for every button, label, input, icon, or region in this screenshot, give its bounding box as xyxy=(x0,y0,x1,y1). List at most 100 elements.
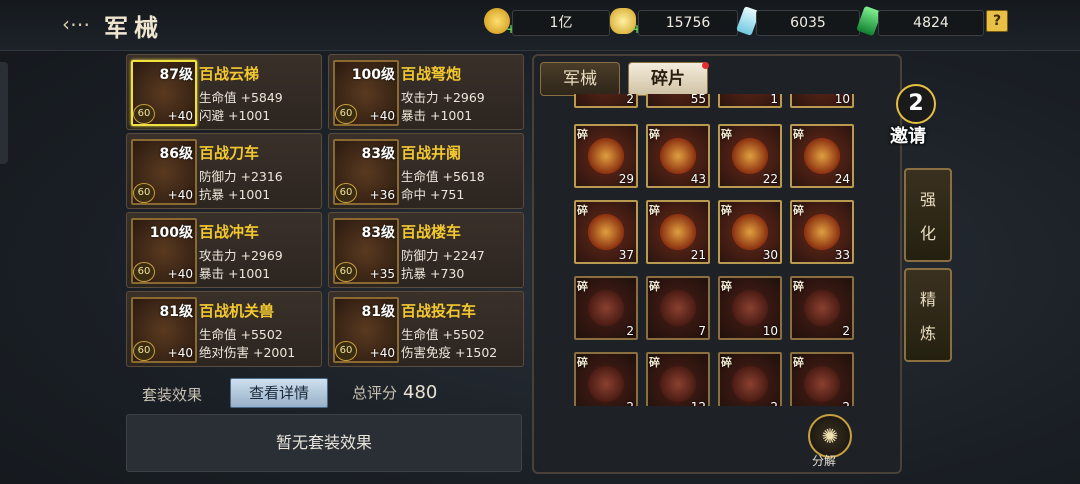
crystal-value: 6035 xyxy=(756,10,860,36)
equipment-card[interactable]: 83级 60 +36 百战井阑 生命值 +5618 命中 +751 xyxy=(328,133,524,209)
equipment-card[interactable]: 86级 60 +40 百战刀车 防御力 +2316 抗暴 +1001 xyxy=(126,133,322,209)
fragment-count: 55 xyxy=(690,94,706,106)
page-title: 军械 xyxy=(104,14,164,42)
equipment-attr: 暴击 +1001 xyxy=(199,266,271,281)
siege-weapon-fragment-icon xyxy=(660,290,696,326)
fragment-count: 30 xyxy=(762,248,778,262)
equipment-attr: 抗暴 +730 xyxy=(401,266,465,281)
fragment-count: 12 xyxy=(691,400,706,406)
equipment-attr: 防御力 +2247 xyxy=(401,248,485,263)
siege-weapon-fragment-icon xyxy=(660,366,696,402)
fragment-item[interactable]: 1 xyxy=(718,94,782,108)
equipment-card[interactable]: 83级 60 +35 百战楼车 防御力 +2247 抗暴 +730 xyxy=(328,212,524,288)
fragment-tag: 碎 xyxy=(649,128,660,141)
notification-dot xyxy=(702,62,709,69)
equipment-attr: 闪避 +1001 xyxy=(199,108,271,123)
set-effect-box: 暂无套装效果 xyxy=(126,414,522,472)
siege-weapon-fragment-icon xyxy=(804,214,840,250)
fragment-tag: 碎 xyxy=(721,356,732,369)
tab-equipment[interactable]: 军械 xyxy=(540,62,620,96)
fragment-count: 24 xyxy=(834,172,850,186)
fragment-tag: 碎 xyxy=(577,204,588,217)
fragment-item[interactable]: 碎 43 xyxy=(646,124,710,188)
equipment-attr: 暴击 +1001 xyxy=(401,108,473,123)
score-value: 480 xyxy=(403,382,438,403)
fragment-item[interactable]: 碎 21 xyxy=(646,200,710,264)
blade-cart-icon: 86级 60 +40 xyxy=(131,139,197,205)
fragment-count: 2 xyxy=(626,94,634,106)
fragment-count: 2 xyxy=(626,324,634,338)
fragment-item[interactable]: 10 xyxy=(790,94,854,108)
enhance-button[interactable]: 强 化 xyxy=(904,168,952,262)
back-icon[interactable]: ‹⋯ xyxy=(62,12,90,36)
equipment-name: 百战机关兽 xyxy=(199,302,275,320)
siege-weapon-fragment-icon xyxy=(660,138,696,174)
help-button[interactable]: ? xyxy=(986,10,1008,32)
equipment-card[interactable]: 100级 60 +40 百战冲车 攻击力 +2969 暴击 +1001 xyxy=(126,212,322,288)
invite-button[interactable]: 2 邀请 xyxy=(884,72,950,156)
total-score: 总评分 480 xyxy=(352,382,438,403)
fragment-count: 37 xyxy=(618,248,634,262)
invite-label: 邀请 xyxy=(890,126,926,147)
fragment-item[interactable]: 碎 37 xyxy=(574,200,638,264)
fragment-item[interactable]: 碎2 xyxy=(574,352,638,406)
fragment-count: 29 xyxy=(618,172,634,186)
equipment-card[interactable]: 81级 60 +40 百战机关兽 生命值 +5502 绝对伤害 +2001 xyxy=(126,291,322,367)
crossbow-cannon-icon: 100级 60 +40 xyxy=(333,60,399,126)
fragment-item[interactable]: 碎2 xyxy=(718,352,782,406)
equipment-name: 百战弩炮 xyxy=(401,65,462,83)
fragment-item[interactable]: 碎 33 xyxy=(790,200,854,264)
siege-weapon-fragment-icon xyxy=(588,138,624,174)
fragment-item[interactable]: 碎7 xyxy=(646,276,710,340)
fragment-tag: 碎 xyxy=(649,204,660,217)
siege-ladder-icon: 87级 60 +40 xyxy=(131,60,197,126)
equipment-attr: 生命值 +5502 xyxy=(199,327,283,342)
fragment-count: 1 xyxy=(770,94,778,106)
fragment-count: 22 xyxy=(762,172,778,186)
tab-fragments[interactable]: 碎片 xyxy=(628,62,708,96)
equipment-attr: 攻击力 +2969 xyxy=(199,248,283,263)
fragment-item[interactable]: 碎 12 xyxy=(646,352,710,406)
equipment-attr: 生命值 +5502 xyxy=(401,327,485,342)
fragment-count: 2 xyxy=(626,400,634,406)
decompose-label: 分解 xyxy=(812,454,837,468)
equipment-card[interactable]: 81级 60 +40 百战投石车 生命值 +5502 伤害免疫 +1502 xyxy=(328,291,524,367)
equipment-attr: 攻击力 +2969 xyxy=(401,90,485,105)
fragment-item[interactable]: 碎2 xyxy=(790,352,854,406)
view-details-button[interactable]: 查看详情 xyxy=(230,378,328,408)
star-badge: 60 xyxy=(335,104,357,124)
star-badge: 60 xyxy=(133,104,155,124)
fragment-item[interactable]: 碎 30 xyxy=(718,200,782,264)
siege-weapon-fragment-icon xyxy=(804,290,840,326)
fragment-tag: 碎 xyxy=(577,128,588,141)
siege-weapon-fragment-icon xyxy=(732,290,768,326)
equipment-name: 百战云梯 xyxy=(199,65,260,83)
ingot-value: 15756 xyxy=(638,10,738,36)
star-badge: 60 xyxy=(133,341,155,361)
fragment-item[interactable]: 碎 22 xyxy=(718,124,782,188)
fragment-item[interactable]: 碎2 xyxy=(790,276,854,340)
left-drawer-tab[interactable] xyxy=(0,62,8,164)
invite-count-badge: 2 xyxy=(896,84,936,124)
equipment-attr: 防御力 +2316 xyxy=(199,169,283,184)
refine-button[interactable]: 精 炼 xyxy=(904,268,952,362)
equipment-attr: 命中 +751 xyxy=(401,187,465,202)
equipment-card[interactable]: 87级 60 +40 百战云梯 生命值 +5849 闪避 +1001 xyxy=(126,54,322,130)
fragment-item[interactable]: 2 xyxy=(574,94,638,108)
fragment-tag: 碎 xyxy=(649,356,660,369)
fragment-item[interactable]: 碎2 xyxy=(574,276,638,340)
fragment-count: 33 xyxy=(834,248,850,262)
fragment-count: 2 xyxy=(770,400,778,406)
fragment-item[interactable]: 碎 24 xyxy=(790,124,854,188)
fragment-count: 2 xyxy=(842,400,850,406)
equipment-card[interactable]: 100级 60 +40 百战弩炮 攻击力 +2969 暴击 +1001 xyxy=(328,54,524,130)
siege-weapon-fragment-icon xyxy=(588,290,624,326)
top-bar: ‹⋯ 军械 + 1亿 + 15756 6035 4824 ? xyxy=(0,0,1080,51)
fragment-count: 10 xyxy=(762,324,778,338)
fragment-item[interactable]: 碎 10 xyxy=(718,276,782,340)
fragment-item[interactable]: 碎 29 xyxy=(574,124,638,188)
siege-weapon-fragment-icon xyxy=(804,366,840,402)
fragment-item[interactable]: 55 xyxy=(646,94,710,108)
siege-tower-icon: 83级 60 +35 xyxy=(333,218,399,284)
fragment-grid[interactable]: 2 55 1 10 碎 29 碎 43 碎 22 碎 24 碎 37 碎 21 碎 30 碎 33 碎 2 碎 7 碎 10 碎 2 碎… xyxy=(534,94,896,406)
